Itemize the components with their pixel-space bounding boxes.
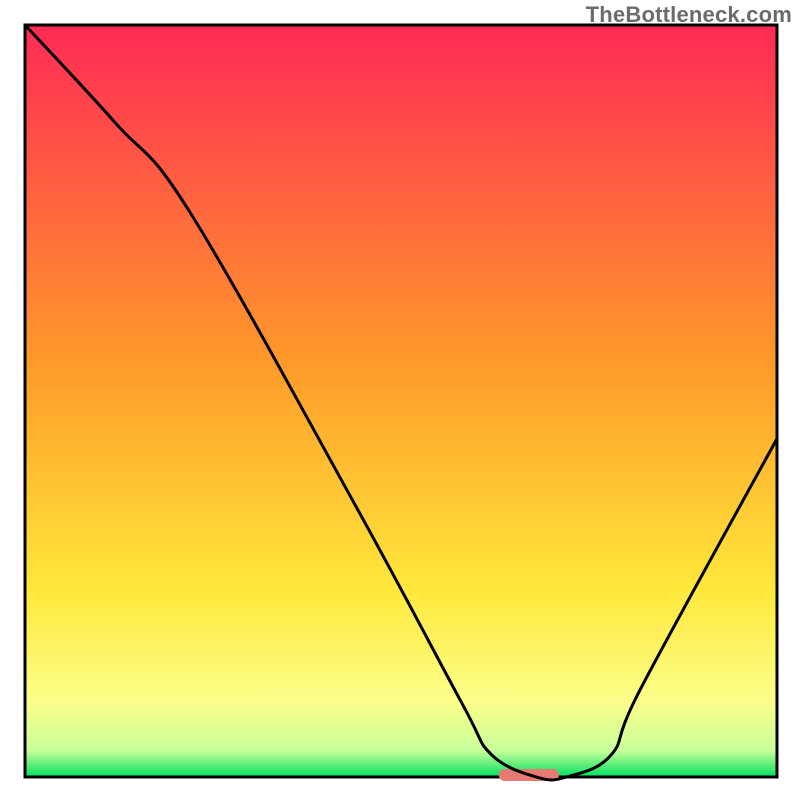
bottleneck-chart	[0, 0, 800, 800]
brand-label: TheBottleneck.com	[586, 2, 792, 28]
chart-container: TheBottleneck.com	[0, 0, 800, 800]
plot-background	[25, 25, 777, 777]
